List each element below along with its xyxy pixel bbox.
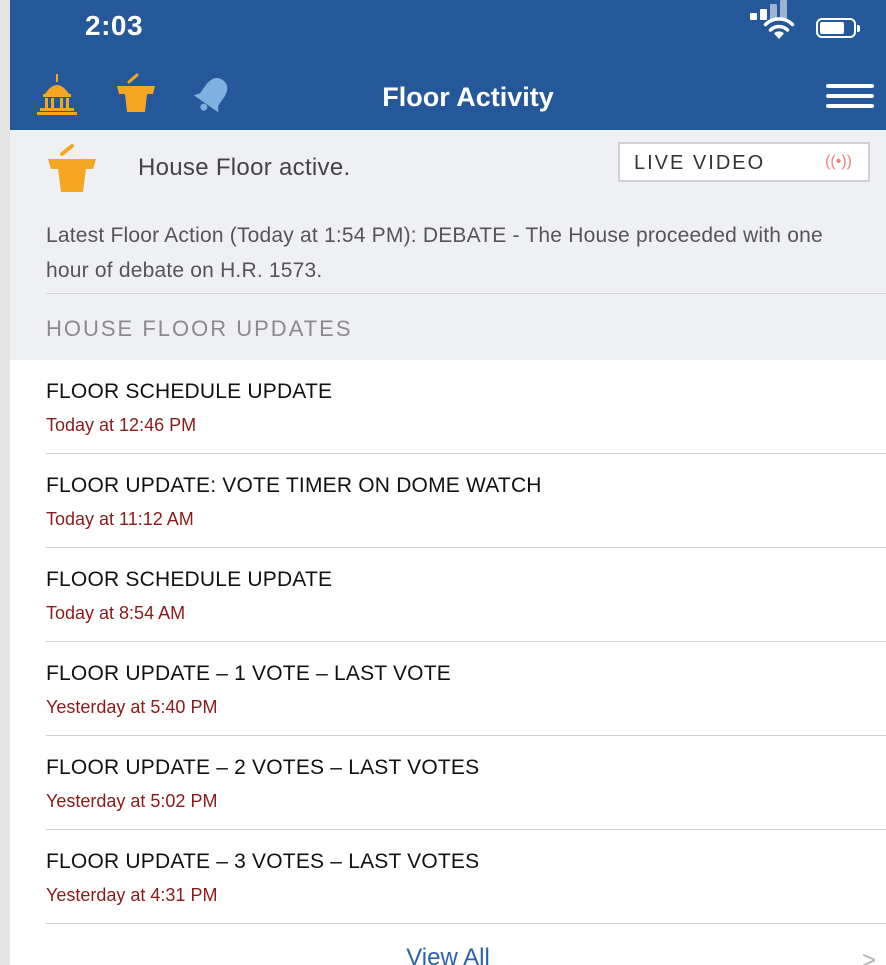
update-time: Yesterday at 5:40 PM [46,697,218,717]
status-bar: 2:03 [10,0,886,60]
update-title: FLOOR SCHEDULE UPDATE [46,380,333,403]
divider [46,923,886,924]
nav-bar: Floor Activity [10,60,886,130]
update-title: FLOOR UPDATE – 2 VOTES – LAST VOTES [46,756,480,779]
menu-button[interactable] [826,84,874,110]
battery-icon [816,18,860,38]
floor-status-text: House Floor active. [138,154,351,181]
live-video-label: LIVE VIDEO [634,152,766,174]
list-item[interactable]: FLOOR UPDATE – 3 VOTES – LAST VOTES Yest… [10,830,886,924]
divider [46,293,886,294]
list-item[interactable]: FLOOR SCHEDULE UPDATE Today at 8:54 AM [10,548,886,642]
update-title: FLOOR UPDATE – 3 VOTES – LAST VOTES [46,850,480,873]
update-title: FLOOR SCHEDULE UPDATE [46,568,333,591]
page-title: Floor Activity [382,82,554,112]
podium-icon [48,144,96,192]
chevron-right-icon: > [861,947,876,965]
update-time: Today at 12:46 PM [46,415,197,435]
phone-screen: 2:03 Floor Activity House Floor active. … [10,0,886,965]
live-broadcast-icon: ((•)) [825,153,852,170]
update-time: Yesterday at 5:02 PM [46,791,218,811]
list-item[interactable]: FLOOR UPDATE – 1 VOTE – LAST VOTE Yester… [10,642,886,736]
update-time: Yesterday at 4:31 PM [46,885,218,905]
update-time: Today at 8:54 AM [46,603,186,623]
update-title: FLOOR UPDATE – 1 VOTE – LAST VOTE [46,662,451,685]
updates-list: FLOOR SCHEDULE UPDATE Today at 12:46 PM … [10,360,886,924]
wifi-icon [763,17,795,39]
status-time: 2:03 [85,10,144,41]
list-item[interactable]: FLOOR UPDATE: VOTE TIMER ON DOME WATCH T… [10,454,886,548]
floor-status-section: House Floor active. LIVE VIDEO ((•)) Lat… [10,130,886,360]
update-title: FLOOR UPDATE: VOTE TIMER ON DOME WATCH [46,474,542,497]
list-item[interactable]: FLOOR UPDATE – 2 VOTES – LAST VOTES Yest… [10,736,886,830]
view-all-link[interactable]: View All [10,944,886,965]
update-time: Today at 11:12 AM [46,509,194,529]
list-item[interactable]: FLOOR SCHEDULE UPDATE Today at 12:46 PM [10,360,886,454]
latest-floor-action: Latest Floor Action (Today at 1:54 PM): … [46,224,823,282]
section-header: HOUSE FLOOR UPDATES [46,316,353,341]
live-video-button[interactable]: LIVE VIDEO ((•)) [618,142,870,182]
